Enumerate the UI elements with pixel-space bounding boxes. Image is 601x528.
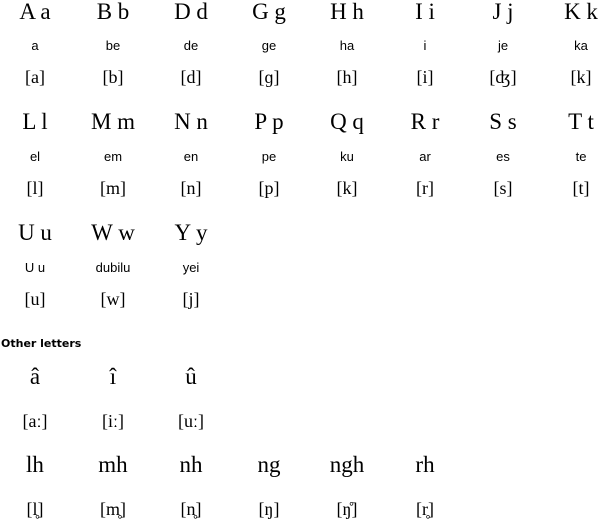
ipa-pronunciation: [b] [102, 67, 124, 87]
letter: N n [174, 109, 208, 134]
ipa-pronunciation: [aː] [22, 411, 48, 431]
letter: Q q [330, 109, 364, 134]
ipa-pronunciation: [k] [570, 67, 592, 87]
ipa-pronunciation: [m] [100, 178, 126, 198]
letter: S s [489, 109, 517, 134]
ipa-pronunciation: [uː] [178, 411, 204, 431]
letter-name: a [31, 38, 39, 53]
letter: J j [492, 0, 514, 24]
letter-name: ha [339, 38, 355, 53]
other-letter: rh [415, 452, 435, 477]
other-letter: lh [26, 452, 44, 477]
ipa-pronunciation: [d] [180, 67, 202, 87]
ipa-pronunciation: [w] [100, 289, 126, 309]
ipa-pronunciation-row: [u] [w] [j] [0, 288, 601, 318]
letter: I i [415, 0, 435, 24]
ipa-pronunciation: [r] [416, 178, 434, 198]
ipa-pronunciation: [l̥] [26, 499, 44, 519]
letter: H h [330, 0, 364, 24]
other-letter: â [29, 364, 41, 389]
other-letter: ng [257, 452, 281, 477]
ipa-pronunciation-row: [l] [m] [n] [p] [k] [r] [s] [t] [0, 177, 601, 207]
letter-name-row: a be de ge ha i je ka [0, 38, 601, 68]
other-letter: mh [98, 452, 128, 477]
letter: U u [18, 220, 52, 245]
other-letter: ngh [329, 452, 365, 477]
ipa-pronunciation: [u] [24, 289, 46, 309]
letter: B b [96, 0, 130, 24]
ipa-pronunciation: [i] [416, 67, 434, 87]
letter: M m [90, 109, 136, 134]
letter: Y y [174, 220, 208, 245]
other-letter: nh [179, 452, 203, 477]
ipa-pronunciation: [r̥] [416, 499, 434, 519]
letter-name: i [423, 38, 427, 53]
ipa-pronunciation: [a] [25, 67, 45, 87]
letter-name: pe [261, 149, 277, 164]
letter-name: em [103, 149, 123, 164]
ipa-pronunciation: [p] [258, 178, 280, 198]
letter-name: ka [574, 38, 588, 53]
ipa-pronunciation: [s] [493, 178, 513, 198]
ipa-pronunciation: [m̥] [100, 499, 126, 519]
letter-name-row: el em en pe ku ar es te [0, 149, 601, 179]
letter: D d [174, 0, 208, 24]
ipa-pronunciation: [j] [182, 289, 200, 309]
ipa-pronunciation: [ʤ] [489, 67, 517, 87]
ipa-pronunciation: [iː] [102, 411, 124, 431]
letter-name: el [29, 149, 41, 164]
letter-name: en [183, 149, 199, 164]
ipa-pronunciation: [t] [572, 178, 590, 198]
letter: T t [568, 109, 594, 134]
ipa-pronunciation-row: [aː] [iː] [uː] [0, 410, 601, 440]
letter-name-row: U u dubilu yei [0, 260, 601, 290]
letter-name: de [183, 38, 199, 53]
ipa-pronunciation-row: [a] [b] [d] [ɡ] [h] [i] [ʤ] [k] [0, 66, 601, 96]
ipa-pronunciation: [k] [336, 178, 358, 198]
letter-name: U u [24, 260, 46, 275]
other-letter: î [109, 364, 117, 389]
letter: G g [252, 0, 286, 24]
letter-row: U uW wY y [0, 220, 601, 250]
letter-name: ar [419, 149, 431, 164]
ipa-pronunciation: [ɡ] [258, 67, 280, 87]
letter-name: be [105, 38, 121, 53]
ipa-pronunciation: [ŋ] [258, 499, 280, 519]
letter: R r [410, 109, 440, 134]
letter: A a [19, 0, 51, 24]
letter-name: dubilu [95, 260, 131, 275]
letter: K k [564, 0, 598, 24]
section-heading: Other letters [1, 337, 82, 350]
other-letter-row: âîû [0, 364, 601, 394]
letter-name: ge [261, 38, 277, 53]
letter-name: te [575, 149, 587, 164]
letter-name: yei [182, 260, 200, 275]
other-letter: û [185, 364, 197, 389]
letter-name: ku [340, 149, 354, 164]
ipa-pronunciation: [n] [180, 178, 202, 198]
letter: W w [91, 220, 135, 245]
ipa-pronunciation-row: [l̥] [m̥] [n̥] [ŋ] [ŋ̊] [r̥] [0, 498, 601, 528]
ipa-pronunciation: [n̥] [180, 499, 202, 519]
letter-name: je [497, 38, 509, 53]
letter-row: A aB bD dG gH hI iJ jK k [0, 0, 601, 29]
letter-name: es [496, 149, 510, 164]
letter: P p [254, 109, 284, 134]
ipa-pronunciation: [ŋ̊] [336, 499, 358, 519]
letter-row: L lM mN nP pQ qR rS sT t [0, 109, 601, 139]
ipa-pronunciation: [l] [26, 178, 44, 198]
ipa-pronunciation: [h] [336, 67, 358, 87]
letter: L l [22, 109, 48, 134]
other-letter-row: lh mh nh ng ngh rh [0, 452, 601, 482]
